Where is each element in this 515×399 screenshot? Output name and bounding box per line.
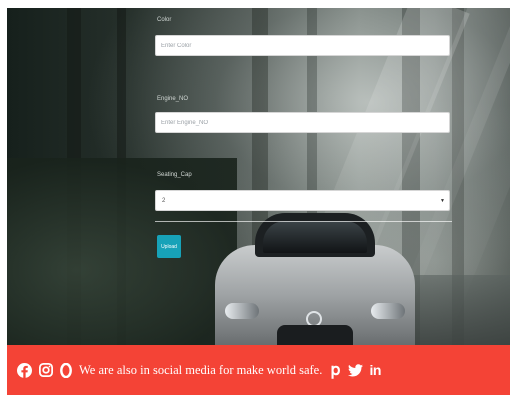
footer: We are also in social media for make wor… bbox=[7, 345, 510, 395]
engine-no-input[interactable] bbox=[155, 112, 450, 133]
color-input[interactable] bbox=[155, 35, 450, 56]
car-image bbox=[215, 213, 415, 345]
seating-cap-value: 2 bbox=[162, 197, 166, 204]
background-image bbox=[7, 8, 510, 345]
seating-cap-label: Seating_Cap bbox=[157, 172, 192, 178]
color-label: Color bbox=[157, 17, 172, 23]
facebook-icon[interactable] bbox=[17, 361, 32, 379]
pinterest-icon[interactable]: 𝗉 bbox=[330, 361, 340, 379]
seating-cap-select[interactable]: 2 ▼ bbox=[155, 190, 450, 211]
engine-no-label: Engine_NO bbox=[157, 96, 189, 102]
footer-text: We are also in social media for make wor… bbox=[79, 362, 323, 377]
linkedin-icon[interactable]: in bbox=[370, 361, 382, 379]
opera-icon[interactable] bbox=[60, 361, 72, 379]
twitter-icon[interactable] bbox=[347, 361, 363, 379]
divider bbox=[155, 221, 452, 222]
instagram-icon[interactable] bbox=[39, 361, 53, 379]
upload-button[interactable]: Upload bbox=[157, 235, 181, 258]
dropdown-arrow-icon: ▼ bbox=[440, 198, 445, 204]
